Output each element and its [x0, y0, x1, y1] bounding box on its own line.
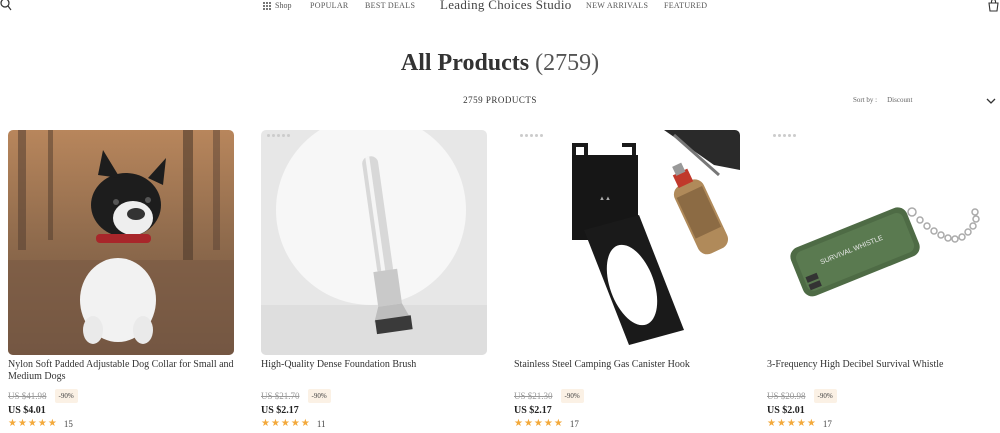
review-count: 17: [569, 418, 579, 429]
sort-control[interactable]: Sort by : Discount: [853, 96, 912, 104]
product-name[interactable]: High-Quality Dense Foundation Brush: [261, 359, 487, 385]
svg-text:▲▲: ▲▲: [599, 196, 611, 202]
product-card[interactable]: ▲▲ Stainless Steel Camping Gas Canister …: [514, 130, 740, 429]
price: US $4.01: [8, 405, 46, 416]
nav-new-arrivals[interactable]: NEW ARRIVALS: [586, 1, 648, 10]
chevron-down-icon[interactable]: [986, 97, 996, 105]
discount-badge: -90%: [813, 389, 837, 403]
review-count: 11: [316, 418, 326, 429]
discount-badge: -90%: [54, 389, 78, 403]
nav-shop[interactable]: Shop: [263, 1, 291, 10]
product-image-foundation-brush[interactable]: [261, 130, 487, 355]
price: US $2.01: [767, 405, 805, 416]
sort-value[interactable]: Discount: [887, 96, 912, 104]
nav-featured[interactable]: FEATURED: [664, 1, 707, 10]
review-count: 15: [63, 418, 73, 429]
page-title-text: All Products: [400, 50, 530, 76]
rating-stars: ★★★★★: [514, 418, 564, 429]
product-image-dog-collar[interactable]: [8, 130, 234, 355]
discount-badge: -90%: [307, 389, 331, 403]
rating-stars: ★★★★★: [261, 418, 311, 429]
nav-best-deals[interactable]: BEST DEALS: [365, 1, 415, 10]
old-price: US $21.30: [514, 391, 553, 401]
rating-stars: ★★★★★: [767, 418, 817, 429]
product-name[interactable]: Stainless Steel Camping Gas Canister Hoo…: [514, 359, 740, 385]
page-title-count: (2759): [535, 50, 600, 76]
old-price: US $21.70: [261, 391, 300, 401]
product-card[interactable]: High-Quality Dense Foundation Brush US $…: [261, 130, 487, 429]
cart-icon[interactable]: [987, 0, 1000, 12]
image-dots: [773, 134, 796, 137]
image-dots: [267, 134, 290, 137]
product-name[interactable]: 3-Frequency High Decibel Survival Whistl…: [767, 359, 993, 385]
old-price: US $41.98: [8, 391, 47, 401]
review-count: 17: [822, 418, 832, 429]
discount-badge: -90%: [560, 389, 584, 403]
page-title: All Products (2759): [0, 50, 1000, 77]
nav-popular[interactable]: POPULAR: [310, 1, 349, 10]
top-bar: Shop POPULAR BEST DEALS Leading Choices …: [0, 0, 1000, 16]
product-image-canister-hook[interactable]: ▲▲: [514, 130, 740, 355]
search-icon[interactable]: [0, 0, 12, 12]
grid-icon: [263, 1, 271, 10]
products-count: 2759 PRODUCTS: [463, 95, 537, 105]
product-card[interactable]: SURVIVAL WHISTLE 3-Frequency High Decibe…: [767, 130, 993, 429]
nav-shop-label: Shop: [275, 1, 292, 10]
old-price: US $20.98: [767, 391, 806, 401]
price: US $2.17: [514, 405, 552, 416]
product-name[interactable]: Nylon Soft Padded Adjustable Dog Collar …: [8, 359, 234, 385]
rating-stars: ★★★★★: [8, 418, 58, 429]
price: US $2.17: [261, 405, 299, 416]
brand-logo[interactable]: Leading Choices Studio: [440, 0, 572, 13]
image-dots: [520, 134, 543, 137]
sort-label: Sort by :: [853, 96, 878, 104]
product-card[interactable]: Nylon Soft Padded Adjustable Dog Collar …: [8, 130, 234, 429]
product-image-survival-whistle[interactable]: SURVIVAL WHISTLE: [767, 130, 993, 355]
